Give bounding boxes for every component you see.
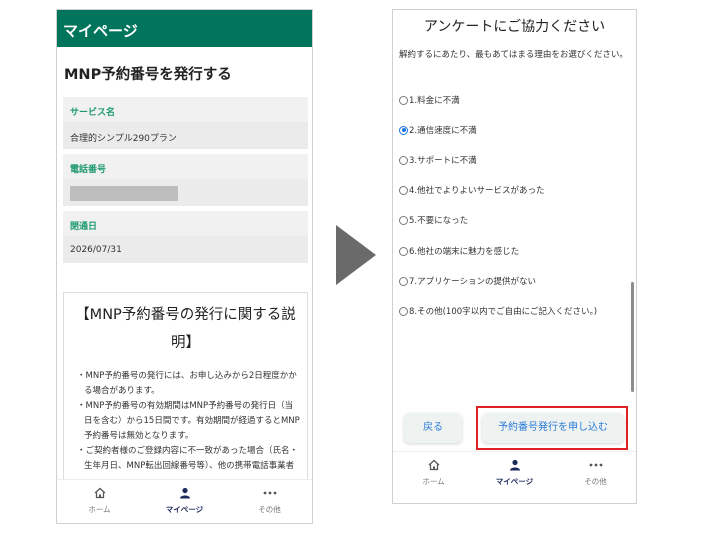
tab-home[interactable]: ホーム xyxy=(393,452,474,503)
radio-button[interactable] xyxy=(399,185,408,195)
bottom-tab-bar: ホーム マイページ その他 xyxy=(393,451,636,503)
open-date-label: 閉通日 xyxy=(70,222,98,232)
reason-option-4[interactable]: 4.他社でよりよいサービスがあった xyxy=(399,184,544,196)
reason-option-label: 6.他社の端末に魅力を感じた xyxy=(409,247,520,257)
reason-option-2[interactable]: 2.通信速度に不満 xyxy=(399,124,477,136)
masked-phone-number xyxy=(70,186,178,201)
person-icon xyxy=(142,486,227,500)
tab-home-label: ホーム xyxy=(88,505,111,514)
description-item: ・MNP予約番号の発行には、お申し込みから2日程度かかる場合があります。 xyxy=(77,371,297,396)
tab-home[interactable]: ホーム xyxy=(57,480,142,523)
page-title: MNP予約番号を発行する xyxy=(64,67,232,83)
tab-mypage-label: マイページ xyxy=(495,477,534,486)
person-icon xyxy=(474,458,555,472)
bottom-tab-bar: ホーム マイページ その他 xyxy=(57,479,312,523)
submit-request-button[interactable]: 予約番号発行を申し込む xyxy=(482,413,624,443)
tab-home-label: ホーム xyxy=(422,477,445,486)
radio-button[interactable] xyxy=(399,215,408,225)
reason-option-5[interactable]: 5.不要になった xyxy=(399,214,468,226)
tab-other[interactable]: その他 xyxy=(555,452,636,503)
open-date-value: 2026/07/31 xyxy=(63,236,308,263)
more-dots-icon xyxy=(555,458,636,472)
reason-option-label: 4.他社でよりよいサービスがあった xyxy=(409,186,545,196)
mypage-screen: マイページ MNP予約番号を発行する サービス名 合理的シンプル290プラン 電… xyxy=(56,9,313,524)
service-name-block: サービス名 合理的シンプル290プラン xyxy=(63,97,308,149)
reason-option-7[interactable]: 7.アプリケーションの提供がない xyxy=(399,275,536,287)
tab-other-label: その他 xyxy=(258,505,281,514)
scrollbar[interactable] xyxy=(631,282,634,392)
more-dots-icon xyxy=(227,486,312,500)
description-item: ・MNP予約番号の有効期間はMNP予約番号の発行日（当日を含む）から15日間です… xyxy=(77,401,300,441)
description-list: ・MNP予約番号の発行には、お申し込みから2日程度かかる場合があります。 ・MN… xyxy=(64,357,307,474)
tab-mypage-label: マイページ xyxy=(165,505,204,514)
service-name-value: 合理的シンプル290プラン xyxy=(63,122,308,149)
reason-option-1[interactable]: 1.料金に不満 xyxy=(399,94,460,106)
radio-button[interactable] xyxy=(399,276,408,286)
tab-mypage[interactable]: マイページ xyxy=(142,480,227,523)
reason-option-label: 3.サポートに不満 xyxy=(409,156,477,166)
phone-number-label: 電話番号 xyxy=(70,165,107,175)
tab-other-label: その他 xyxy=(584,477,607,486)
description-title: 【MNP予約番号の発行に関する説明】 xyxy=(75,307,296,351)
tab-mypage[interactable]: マイページ xyxy=(474,452,555,503)
reason-option-label: 2.通信速度に不満 xyxy=(409,126,477,136)
phone-number-value xyxy=(63,179,308,206)
service-name-label: サービス名 xyxy=(70,108,116,118)
reason-option-label: 8.その他(100字以内でご自由にご記入ください。) xyxy=(409,307,598,317)
next-step-arrow-icon xyxy=(336,225,376,285)
phone-number-block: 電話番号 xyxy=(63,154,308,206)
reason-option-3[interactable]: 3.サポートに不満 xyxy=(399,154,477,166)
radio-button[interactable] xyxy=(399,246,408,256)
reason-option-label: 5.不要になった xyxy=(409,216,469,226)
radio-button-selected[interactable] xyxy=(399,125,408,135)
open-date-block: 閉通日 2026/07/31 xyxy=(63,211,308,263)
app-header: マイページ xyxy=(57,10,312,47)
home-icon xyxy=(57,486,142,500)
back-button[interactable]: 戻る xyxy=(404,413,462,443)
radio-button[interactable] xyxy=(399,306,408,316)
reason-option-label: 1.料金に不満 xyxy=(409,96,460,106)
radio-button[interactable] xyxy=(399,95,408,105)
tab-other[interactable]: その他 xyxy=(227,480,312,523)
survey-screen: アンケートにご協力ください 解約するにあたり、最もあてはまる理由をお選びください… xyxy=(392,9,637,504)
description-item: ・ご契約者様のご登録内容に不一致があった場合（氏名・生年月日、MNP転出回線番号… xyxy=(77,446,299,471)
reason-option-6[interactable]: 6.他社の端末に魅力を感じた xyxy=(399,245,519,257)
home-icon xyxy=(393,458,474,472)
mnp-description-box: 【MNP予約番号の発行に関する説明】 ・MNP予約番号の発行には、お申し込みから… xyxy=(63,292,308,482)
survey-intro: 解約するにあたり、最もあてはまる理由をお選びください。 xyxy=(399,50,628,60)
survey-title: アンケートにご協力ください xyxy=(423,19,606,35)
reason-option-8[interactable]: 8.その他(100字以内でご自由にご記入ください。) xyxy=(399,305,597,317)
radio-button[interactable] xyxy=(399,155,408,165)
reason-option-label: 7.アプリケーションの提供がない xyxy=(409,277,536,287)
